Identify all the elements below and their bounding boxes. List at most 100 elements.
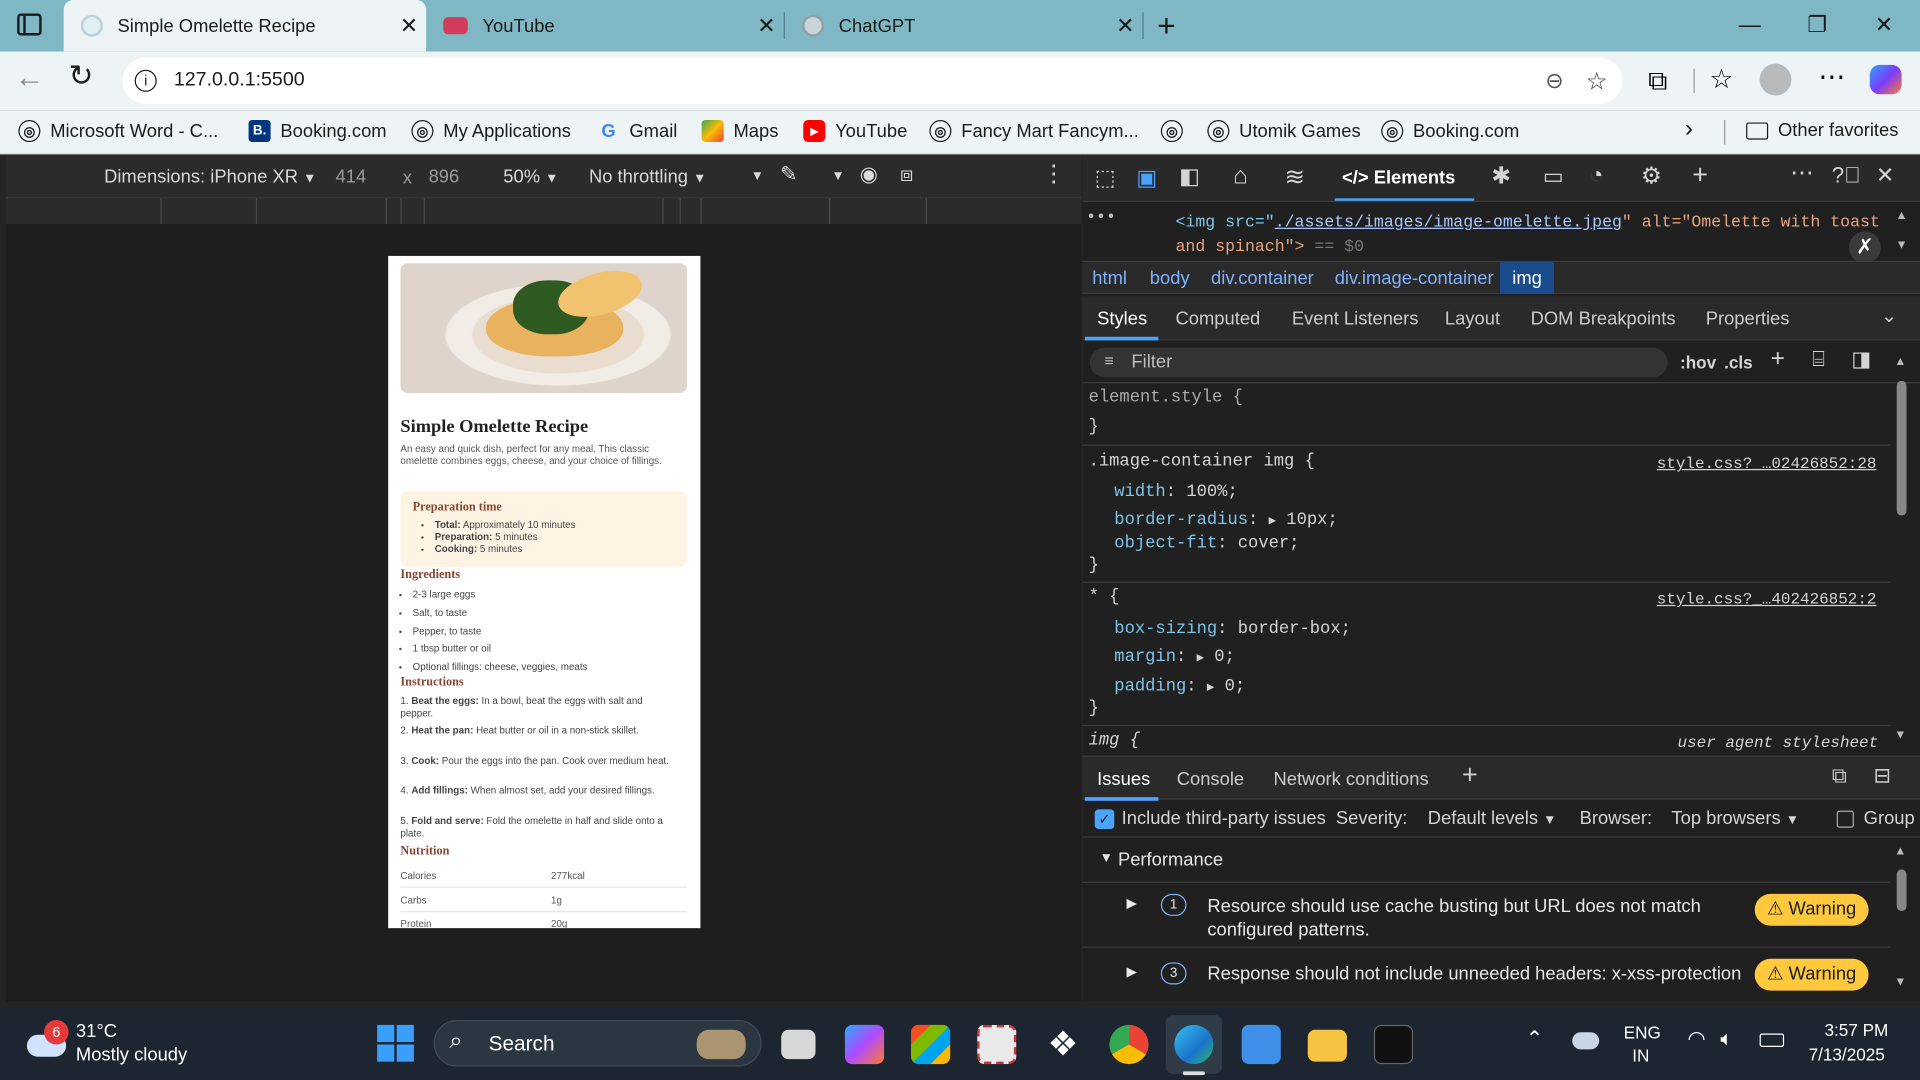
tab-youtube[interactable]: YouTube ✕ — [426, 0, 784, 51]
rule-source-link[interactable]: style.css?_…02426852:28 — [1657, 454, 1877, 472]
style-prop[interactable]: padding: ▶ 0; — [1114, 677, 1245, 697]
network-icon[interactable]: ≋ — [1284, 162, 1305, 193]
scroll-up-arrow[interactable]: ▲ — [1894, 355, 1906, 368]
bookmark-item[interactable]: B. Booking.com — [248, 120, 387, 143]
help-icon[interactable]: ?⃝ — [1832, 163, 1861, 189]
paint-icon[interactable]: ⌸ — [1812, 348, 1824, 372]
bookmark-item[interactable]: Maps — [701, 120, 778, 143]
expand-dots[interactable]: ••• — [1086, 207, 1116, 231]
clock-date[interactable]: 7/13/2025 — [1809, 1044, 1885, 1064]
bug-icon[interactable]: ✱ — [1491, 163, 1510, 191]
style-prop[interactable]: box-sizing: border-box; — [1114, 620, 1351, 640]
restore-icon[interactable]: ❐ — [1807, 12, 1827, 38]
issues-scroll-thumb[interactable] — [1896, 869, 1907, 912]
bookmark-item[interactable]: ▶ YouTube — [803, 120, 907, 143]
weather-widget[interactable]: 6 31°C Mostly cloudy — [26, 1020, 223, 1071]
settings-gear-icon[interactable]: ⚙ — [1641, 163, 1662, 191]
volume-icon[interactable]: 🔈︎ — [1720, 1027, 1732, 1051]
rule-selector[interactable]: img { — [1089, 731, 1140, 751]
breadcrumb-item[interactable]: div.container — [1211, 268, 1314, 289]
add-tool-icon[interactable]: + — [1692, 159, 1708, 191]
tab-console[interactable]: Console — [1177, 769, 1244, 790]
new-tab-icon[interactable]: + — [1157, 7, 1176, 45]
bookmark-item[interactable]: ◎ My Applications — [411, 120, 571, 143]
elements-tab[interactable]: </> Elements — [1342, 168, 1455, 189]
onedrive-icon[interactable] — [1572, 1032, 1600, 1050]
close-tab-icon[interactable]: ✕ — [1108, 13, 1142, 39]
sidebar-toggle-icon[interactable]: ◨ — [1851, 348, 1871, 372]
profile-avatar[interactable] — [1759, 63, 1792, 96]
rule-source-link[interactable]: style.css?_…402426852:2 — [1657, 590, 1877, 608]
tab-actions-icon[interactable] — [17, 13, 42, 36]
inspect-icon[interactable]: ⬚ — [1095, 165, 1116, 191]
breadcrumb-item[interactable]: div.image-container — [1335, 268, 1494, 289]
battery-icon[interactable] — [1759, 1033, 1785, 1047]
height-input[interactable]: 896 — [429, 167, 460, 188]
scroll-down-arrow[interactable]: ▼ — [1894, 729, 1906, 742]
tab-chatgpt[interactable]: ChatGPT ✕ — [785, 0, 1143, 51]
snipping-tool-icon[interactable] — [977, 1024, 1017, 1065]
zoom-icon[interactable]: ⊖ — [1545, 68, 1563, 94]
favorite-star-icon[interactable]: ☆ — [1586, 66, 1608, 97]
url-text[interactable]: 127.0.0.1:5500 — [174, 70, 305, 92]
chevron-up-icon[interactable]: ⌃ — [1526, 1027, 1543, 1051]
scroll-down-arrow[interactable]: ▼ — [1894, 976, 1906, 989]
scroll-up-arrow[interactable]: ▲ — [1894, 845, 1906, 858]
width-input[interactable]: 414 — [336, 167, 367, 188]
eyedropper-icon[interactable]: ✎ — [780, 163, 797, 187]
breadcrumb-item-active[interactable]: img — [1500, 262, 1555, 294]
style-prop[interactable]: width: 100%; — [1114, 482, 1237, 502]
caret-down-icon[interactable]: ▼ — [751, 169, 764, 184]
include-third-party-checkbox[interactable]: ✓ — [1094, 809, 1115, 829]
breadcrumb-item[interactable]: body — [1150, 268, 1190, 289]
scroll-up-arrow[interactable]: ▲ — [1896, 209, 1908, 222]
group-checkbox[interactable] — [1836, 810, 1854, 828]
kebab-menu-icon[interactable]: ⋮ — [1042, 160, 1065, 188]
omnibox[interactable]: i 127.0.0.1:5500 ⊖ ☆ — [122, 57, 1623, 105]
tab-dom-breakpoints[interactable]: DOM Breakpoints — [1531, 309, 1676, 330]
info-icon[interactable]: i — [134, 69, 157, 92]
rotate-icon[interactable]: ⧈ — [900, 163, 913, 187]
vision-icon[interactable]: ◉ — [860, 163, 878, 187]
extensions-icon[interactable]: ⧉ — [1648, 65, 1667, 97]
element-style-rule[interactable]: element.style { — [1089, 388, 1243, 408]
back-icon[interactable]: ← — [15, 61, 44, 95]
tab-network-conditions[interactable]: Network conditions — [1273, 769, 1428, 790]
cls-button[interactable]: .cls — [1724, 353, 1753, 373]
dropbox-icon[interactable]: ❖ — [1043, 1025, 1082, 1064]
more-tools-icon[interactable]: ⋯ — [1790, 159, 1813, 187]
other-favorites[interactable]: Other favorites — [1746, 120, 1898, 141]
bookmark-item[interactable]: ◎ Utomik Games — [1207, 120, 1361, 143]
media-query-ruler[interactable] — [6, 197, 1082, 226]
recipe-page[interactable]: Simple Omelette Recipe An easy and quick… — [388, 255, 701, 929]
tab-computed[interactable]: Computed — [1176, 309, 1261, 330]
filter-input[interactable]: ≡ Filter — [1089, 347, 1668, 378]
dom-tree[interactable]: ••• <img src="./assets/images/image-omel… — [1082, 204, 1895, 260]
performance-icon[interactable]: ◔ — [1589, 163, 1603, 190]
start-button[interactable] — [377, 1024, 414, 1062]
issue-row[interactable]: ▶ 1 Resource should use cache busting bu… — [1082, 884, 1891, 948]
copilot-taskbar-icon[interactable] — [844, 1024, 885, 1065]
breadcrumb-item[interactable]: html — [1092, 268, 1127, 289]
close-window-icon[interactable]: ✕ — [1875, 12, 1893, 38]
favorites-icon[interactable]: ☆ — [1709, 64, 1733, 96]
lang-top[interactable]: ENG — [1624, 1022, 1661, 1042]
scroll-down-arrow[interactable]: ▼ — [1896, 239, 1908, 252]
chevron-down-icon[interactable]: ⌄ — [1881, 304, 1897, 328]
chevron-right-icon[interactable]: › — [1685, 115, 1693, 143]
console-icon[interactable]: ▭ — [1543, 164, 1564, 190]
undock-drawer-icon[interactable]: ⧉ — [1832, 764, 1847, 788]
rule-selector[interactable]: .image-container img { — [1089, 452, 1315, 472]
rule-selector[interactable]: * { — [1089, 588, 1120, 608]
new-rule-icon[interactable]: + — [1771, 345, 1785, 373]
terminal-app-icon[interactable] — [1373, 1024, 1414, 1065]
device-emulation-icon[interactable]: ▣ — [1136, 165, 1157, 191]
style-prop[interactable]: margin: ▶ 0; — [1114, 648, 1235, 668]
task-view-icon[interactable] — [781, 1029, 816, 1060]
store-icon[interactable] — [911, 1024, 951, 1065]
add-drawer-tab-icon[interactable]: + — [1462, 759, 1478, 791]
dock-icon[interactable]: ◧ — [1179, 164, 1200, 190]
tab-styles[interactable]: Styles — [1097, 309, 1147, 330]
edge-icon[interactable] — [1174, 1024, 1214, 1065]
close-tab-icon[interactable]: ✕ — [392, 13, 426, 39]
